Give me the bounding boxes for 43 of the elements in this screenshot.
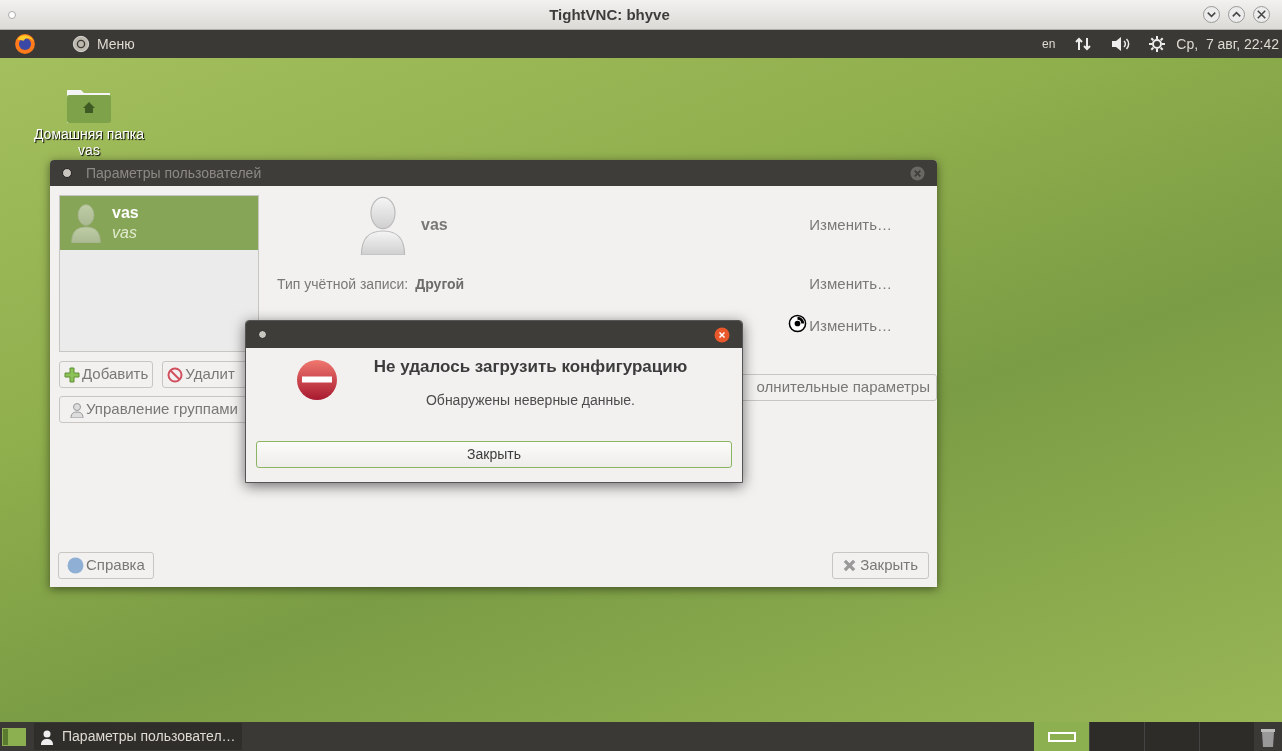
account-type-label: Тип учётной записи: [277, 274, 409, 294]
person-icon [40, 728, 54, 745]
users-window-title: Параметры пользователей [86, 163, 263, 183]
change-button[interactable]: Изменить… [809, 272, 892, 296]
user-login: vas [112, 223, 138, 243]
change-button[interactable]: Изменить… [809, 213, 892, 237]
close-icon[interactable] [714, 326, 730, 343]
help-icon [67, 557, 84, 574]
workspace-switcher[interactable] [1034, 722, 1254, 751]
window-title: TightVNC: bhyve [549, 5, 670, 23]
trash-icon[interactable] [1260, 726, 1276, 747]
show-desktop-icon[interactable] [2, 727, 26, 746]
menu-logo-icon [72, 35, 90, 53]
close-icon[interactable] [1253, 6, 1270, 23]
maximize-icon[interactable] [1228, 6, 1245, 23]
user-list-item[interactable]: vas vas [60, 196, 258, 250]
menu-button[interactable]: Меню [72, 33, 135, 55]
volume-icon[interactable] [1111, 36, 1132, 52]
keyboard-layout-indicator[interactable]: en [1041, 35, 1056, 53]
taskbar-task[interactable]: Параметры пользовател… [34, 723, 242, 750]
clock[interactable]: Ср, 7 авг, 22:42 [1176, 33, 1279, 55]
minimize-icon[interactable] [1203, 6, 1220, 23]
user-name: vas [112, 203, 139, 223]
close-button[interactable]: Закрыть [832, 552, 929, 579]
user-avatar-icon [70, 203, 102, 243]
error-message: Обнаружены неверные данные. [425, 390, 635, 410]
network-arrows-icon[interactable] [1075, 36, 1092, 52]
dialog-close-button[interactable]: Закрыть [256, 441, 732, 468]
x-icon [843, 559, 857, 572]
desktop-icon-label[interactable]: Домашняя папка vas [27, 126, 151, 158]
person-icon [70, 401, 84, 418]
user-full-name: vas [421, 215, 449, 235]
busy-cursor-icon [788, 313, 808, 333]
user-photo-icon [359, 195, 407, 255]
account-type-value: Другой [415, 274, 466, 294]
error-stop-icon [295, 358, 339, 402]
plus-icon [64, 366, 80, 383]
prohibited-icon [167, 366, 184, 383]
add-button[interactable]: Добавить [59, 361, 154, 388]
help-button[interactable]: Справка [58, 552, 154, 579]
change-button[interactable]: Изменить… [809, 314, 892, 338]
browser-icon[interactable] [14, 33, 36, 55]
settings-icon[interactable] [1149, 36, 1166, 52]
